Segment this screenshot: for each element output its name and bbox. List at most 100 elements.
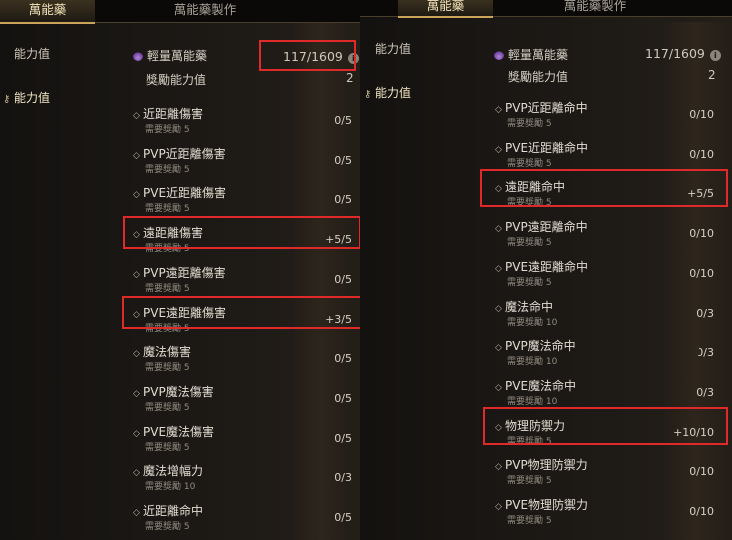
stat-name: ◇ PVP遠距離傷害: [133, 264, 226, 281]
stat-name: ◇ PVE近距離命中: [495, 139, 588, 156]
stat-row[interactable]: ◇ PVE魔法傷害需要獎勵 5 0/5: [133, 423, 352, 461]
diamond-icon: ◇: [133, 388, 140, 399]
stat-name-label: PVP魔法命中: [505, 339, 576, 354]
stat-name-label: PVP遠距離傷害: [143, 265, 226, 280]
stat-icon: ⚷: [364, 89, 372, 100]
stat-count: 0/10: [689, 147, 714, 161]
stat-row[interactable]: ◇ PVP魔法傷害需要獎勵 5 0/5: [133, 383, 352, 421]
diamond-icon: ◇: [133, 428, 140, 439]
stat-row[interactable]: ◇ PVP遠距離命中 需要獎勵 5 0/10: [495, 218, 714, 256]
highlight-box: [259, 40, 356, 71]
stat-count: 0/10: [689, 465, 714, 479]
diamond-icon: ◇: [495, 462, 502, 473]
sidebar-item-stats-selected[interactable]: ⚷ 能力值: [364, 84, 411, 101]
stat-row[interactable]: ◇ 近距離傷害需要獎勵 5 0/5: [133, 105, 352, 143]
required-reward: 需要獎勵 5: [507, 516, 552, 526]
stat-row[interactable]: ◇ 近距離命中 需要獎勵 5 0/5: [133, 502, 352, 540]
stat-name-label: PVP近距離傷害: [143, 146, 226, 161]
sidebar-item-stats[interactable]: 能力值: [375, 40, 411, 57]
reward-label: 獎勵能力值: [508, 70, 569, 84]
stat-row[interactable]: ◇ 魔法傷害 需要獎勵 5 0/5: [133, 343, 352, 381]
stat-count: 0/3: [696, 306, 714, 320]
elixir-name: 輕量萬能藥: [494, 46, 568, 63]
stat-name: ◇ PVE魔法命中: [495, 377, 576, 394]
stat-name-label: PVP遠距離命中: [505, 220, 588, 235]
stat-row[interactable]: ◇ PVP近距離傷害 需要獎勵 5 0/5: [133, 145, 352, 183]
required-reward: 需要獎勵 5: [145, 442, 190, 453]
stat-name-label: 近距離傷害: [143, 107, 204, 121]
stat-name-label: PVE近距離命中: [505, 140, 589, 155]
required-reward: 需要獎勵 10: [507, 317, 558, 328]
info-icon[interactable]: i: [709, 50, 721, 61]
stat-count: 0/5: [334, 431, 352, 445]
elixir-panel-left: 萬能藥 萬能藥製作 能力值 ⚷ 能力值 輕量萬能藥 117/1609 i 獎勵能力值…: [0, 0, 360, 540]
scrollbar-thumb[interactable]: [696, 345, 699, 355]
sidebar-item-label: 能力值: [375, 42, 412, 56]
elixir-name-label: 輕量萬能藥: [508, 48, 569, 62]
stat-row[interactable]: ◇ 魔法增幅力需要獎勵 10 0/3: [133, 462, 352, 500]
stat-name-label: PVE遠距離命中: [505, 259, 589, 274]
required-reward: 需要獎勵 5: [145, 283, 190, 294]
stat-name: ◇ 近距離命中: [133, 502, 203, 519]
sidebar-item-label: 能力值: [375, 86, 412, 100]
required-reward: 需要獎勵 5: [145, 402, 190, 413]
stat-name-label: PVE物理防禦力: [505, 498, 589, 512]
elixir-panel-right: 萬能藥 萬能藥製作 能力值 ⚷ 能力值 輕量萬能藥 117/1609 i 獎勵能力值…: [360, 0, 732, 540]
required-reward: 需要獎勵 10: [507, 357, 558, 368]
stat-row[interactable]: ◇ PVP魔法命中 需要獎勵 10 0/3: [495, 337, 714, 375]
stat-name: ◇ 魔法命中: [495, 298, 553, 315]
diamond-icon: ◇: [133, 468, 140, 479]
required-reward: 需要獎勵 5: [145, 204, 190, 215]
stat-name-label: PVP物理防禦力: [505, 458, 588, 473]
stat-row[interactable]: ◇ 魔法命中需要獎勵 10 0/3: [495, 298, 714, 336]
stat-name-label: PVE魔法命中: [505, 378, 577, 393]
diamond-icon: ◇: [133, 190, 140, 201]
elixir-count-value: 117/1609: [645, 46, 705, 61]
stat-name: ◇ 近距離傷害: [133, 105, 203, 122]
stat-name-label: 魔法傷害: [143, 345, 192, 360]
diamond-icon: ◇: [133, 150, 140, 161]
required-reward: 需要獎勵 5: [507, 476, 552, 487]
sidebar-item-stats-selected[interactable]: ⚷ 能力值: [3, 89, 50, 106]
diamond-icon: ◇: [495, 144, 502, 155]
required-reward: 需要獎勵 10: [507, 396, 558, 407]
required-reward: 需要獎勵 5: [507, 158, 552, 169]
stat-row[interactable]: ◇ PVP物理防禦力需要獎勵 5 0/10: [495, 456, 714, 494]
stat-row[interactable]: ◇ PVP近距離命中 需要獎勵 5 0/10: [495, 99, 714, 137]
tab-bar: 萬能藥 萬能藥製作: [360, 0, 732, 18]
sidebar-item-stats[interactable]: 能力值: [14, 45, 50, 62]
stat-row[interactable]: ◇ PVE遠距離命中 需要獎勵 5 0/10: [495, 258, 714, 296]
highlight-box: [483, 407, 728, 445]
diamond-icon: ◇: [133, 508, 140, 518]
stat-count: 0/10: [689, 108, 714, 121]
highlight-box: [480, 169, 728, 207]
stat-count: 0/3: [696, 385, 714, 399]
diamond-icon: ◇: [495, 224, 502, 235]
reward-label: 獎勵能力值: [146, 73, 207, 87]
stat-count: 0/10: [689, 266, 714, 280]
diamond-icon: ◇: [133, 111, 140, 121]
diamond-icon: ◇: [495, 303, 502, 314]
diamond-icon: ◇: [495, 382, 502, 393]
stat-count: 0/5: [334, 352, 352, 366]
diamond-icon: ◇: [495, 343, 502, 354]
stat-count: 0/3: [334, 471, 352, 485]
stat-count: 0/5: [334, 114, 352, 127]
tab-elixir-crafting[interactable]: 萬能藥製作: [540, 0, 650, 16]
stat-row[interactable]: ◇ PVE物理防禦力 需要獎勵 5 0/10: [495, 496, 714, 534]
sidebar-item-label: 能力值: [14, 91, 51, 105]
stat-name-label: 魔法增幅力: [143, 464, 204, 479]
required-reward: 需要獎勵 10: [145, 482, 196, 493]
required-reward: 需要獎勵 5: [145, 164, 190, 175]
stat-name-label: PVP近距離命中: [505, 101, 588, 115]
stat-name: ◇ PVP魔法傷害: [133, 383, 214, 400]
stat-count: 0/5: [334, 391, 352, 405]
stat-name-label: PVE魔法傷害: [143, 424, 215, 439]
stat-icon: ⚷: [3, 94, 11, 105]
tab-elixir[interactable]: 萬能藥: [0, 0, 95, 24]
stat-name: ◇ PVE近距離傷害: [133, 184, 226, 201]
required-reward: 需要獎勵 5: [145, 125, 190, 135]
tab-elixir[interactable]: 萬能藥: [398, 0, 493, 18]
diamond-icon: ◇: [133, 349, 140, 360]
tab-elixir-crafting[interactable]: 萬能藥製作: [150, 0, 260, 22]
